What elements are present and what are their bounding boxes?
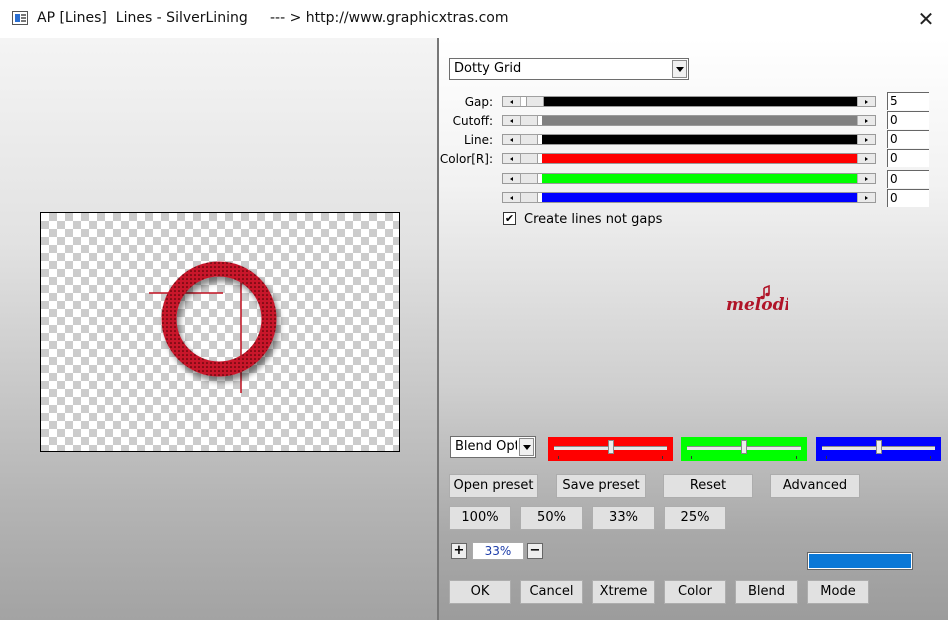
- gap-value-field[interactable]: 5: [887, 92, 929, 110]
- chevron-down-icon: [672, 60, 687, 78]
- zoom-100-button[interactable]: 100%: [449, 506, 511, 530]
- blend-options-value: Blend Optio: [455, 439, 517, 454]
- zoom-field[interactable]: 33%: [472, 542, 524, 560]
- gap-slider[interactable]: [502, 96, 876, 107]
- slider-fill: [542, 97, 858, 106]
- color-g-value-field[interactable]: 0: [887, 170, 929, 188]
- preview-image: [149, 261, 277, 393]
- line-value-field[interactable]: 0: [887, 130, 929, 148]
- zoom-25-button[interactable]: 25%: [664, 506, 726, 530]
- slider-label-line: Line:: [463, 133, 493, 147]
- reset-button[interactable]: Reset: [663, 474, 753, 498]
- color-r-value-field[interactable]: 0: [887, 149, 929, 167]
- app-icon: [12, 11, 28, 25]
- slider-label-cutoff: Cutoff:: [452, 114, 493, 128]
- xtreme-button[interactable]: Xtreme: [592, 580, 655, 604]
- effect-dropdown-value: Dotty Grid: [454, 61, 522, 76]
- slider-label-color-r: Color[R]:: [439, 152, 493, 166]
- slider-thumb[interactable]: [520, 192, 538, 203]
- close-icon[interactable]: ✕: [912, 6, 940, 32]
- blend-red-slider[interactable]: [548, 437, 673, 461]
- slider-thumb[interactable]: [520, 153, 538, 164]
- color-b-slider[interactable]: [502, 192, 876, 203]
- color-g-slider[interactable]: [502, 173, 876, 184]
- line-slider[interactable]: [502, 134, 876, 145]
- slider-fill: [542, 193, 858, 202]
- blend-blue-slider[interactable]: [816, 437, 941, 461]
- slider-fill: [542, 135, 858, 144]
- cutoff-slider[interactable]: [502, 115, 876, 126]
- slider-label-gap: Gap:: [464, 95, 493, 109]
- slider-thumb[interactable]: [526, 96, 545, 107]
- save-preset-button[interactable]: Save preset: [556, 474, 646, 498]
- create-lines-checkbox[interactable]: ✔: [503, 212, 516, 225]
- advanced-button[interactable]: Advanced: [770, 474, 860, 498]
- zoom-50-button[interactable]: 50%: [520, 506, 583, 530]
- blend-green-slider[interactable]: [681, 437, 807, 461]
- progress-fill: [809, 554, 911, 568]
- slider-thumb[interactable]: [741, 440, 747, 454]
- zoom-out-button[interactable]: −: [527, 543, 543, 559]
- slider-thumb[interactable]: [520, 173, 538, 184]
- color-b-value-field[interactable]: 0: [887, 189, 929, 207]
- color-r-slider[interactable]: [502, 153, 876, 164]
- melodi-logo: melodi: [726, 284, 788, 315]
- color-button[interactable]: Color: [664, 580, 726, 604]
- zoom-in-button[interactable]: +: [451, 543, 467, 559]
- cutoff-value-field[interactable]: 0: [887, 111, 929, 129]
- window-title: AP [Lines] Lines - SilverLining --- > ht…: [37, 10, 509, 26]
- slider-thumb[interactable]: [520, 115, 538, 126]
- preview-canvas[interactable]: [40, 212, 400, 452]
- slider-thumb[interactable]: [607, 440, 614, 454]
- slider-fill: [542, 174, 858, 183]
- create-lines-label: Create lines not gaps: [524, 212, 663, 227]
- logo-text: melodi: [726, 295, 788, 315]
- slider-fill: [542, 116, 858, 125]
- chevron-down-icon: [519, 438, 534, 456]
- blend-button[interactable]: Blend: [735, 580, 798, 604]
- zoom-33-button[interactable]: 33%: [592, 506, 655, 530]
- effect-dropdown[interactable]: Dotty Grid: [449, 58, 689, 80]
- ok-button[interactable]: OK: [449, 580, 511, 604]
- mode-button[interactable]: Mode: [807, 580, 869, 604]
- progress-bar: [807, 552, 913, 570]
- blend-options-dropdown[interactable]: Blend Optio: [450, 436, 536, 458]
- open-preset-button[interactable]: Open preset: [449, 474, 538, 498]
- slider-fill: [542, 154, 858, 163]
- slider-thumb[interactable]: [520, 134, 538, 145]
- cancel-button[interactable]: Cancel: [520, 580, 583, 604]
- slider-thumb[interactable]: [875, 440, 882, 454]
